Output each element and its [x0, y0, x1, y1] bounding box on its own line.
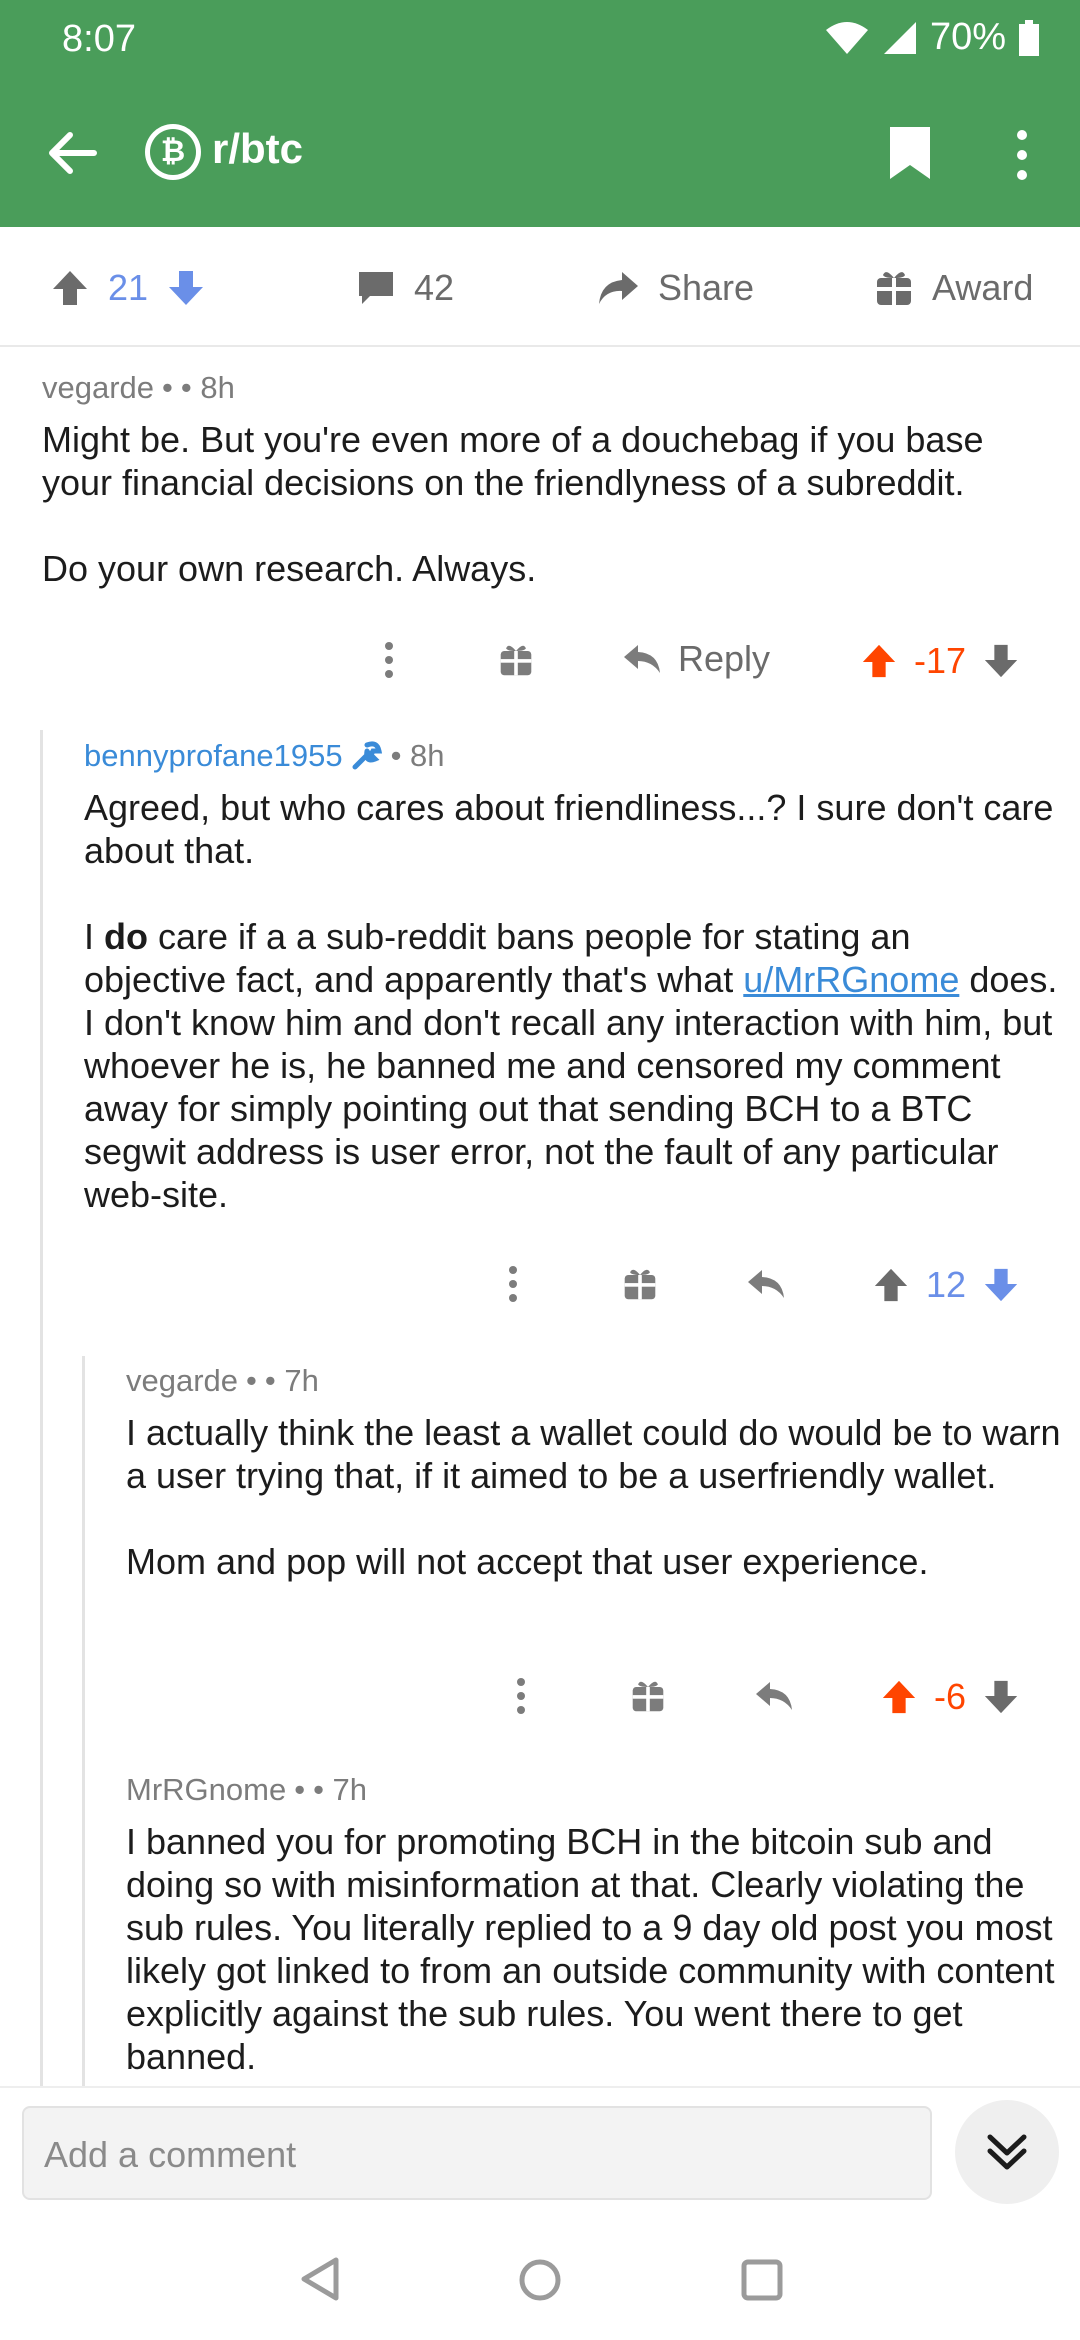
comment-body: Agreed, but who cares about friendliness… [84, 786, 1059, 1216]
share-label: Share [658, 267, 755, 308]
comment-body: Might be. But you're even more of a douc… [42, 418, 1052, 590]
comment-vote-control: 12 [872, 1264, 1020, 1306]
double-chevron-down-icon [987, 2134, 1027, 2170]
comment-vote-control: -17 [860, 640, 1020, 682]
signal-icon [883, 21, 916, 54]
post-vote-control: 21 [50, 267, 206, 309]
bookmark-icon[interactable] [888, 125, 932, 181]
nav-home-icon[interactable] [518, 2258, 562, 2302]
status-time: 8:07 [62, 18, 136, 60]
system-nav-bar [0, 2216, 1080, 2340]
post-action-bar: 21 42 Share Award [0, 227, 1080, 347]
comments-count: 42 [414, 267, 455, 308]
downvote-icon[interactable] [982, 642, 1020, 680]
comment-age: • 8h [390, 738, 445, 773]
upvote-icon[interactable] [880, 1678, 918, 1716]
more-options-icon[interactable] [514, 1676, 528, 1716]
upvote-icon[interactable] [860, 642, 898, 680]
comment-paragraph: Might be. But you're even more of a douc… [42, 419, 984, 503]
comment-body: I actually think the least a wallet coul… [126, 1411, 1061, 1583]
more-options-icon[interactable] [506, 1264, 520, 1304]
next-comment-button[interactable] [955, 2100, 1059, 2204]
comment-age: • 7h [264, 1363, 319, 1398]
add-comment-input[interactable]: Add a comment [22, 2106, 932, 2200]
bitcoin-cash-icon: ₿ [150, 129, 196, 175]
comment-author[interactable]: vegarde [42, 370, 154, 406]
bold-text: do [104, 916, 148, 957]
status-bar: 8:07 70% [0, 0, 1080, 80]
comment-composer: Add a comment [0, 2086, 1080, 2216]
text-run: I [84, 916, 105, 957]
comment-meta: bennyprofane1955 • 8h [84, 738, 1059, 774]
reply-button[interactable]: Reply [622, 638, 770, 680]
back-arrow-icon[interactable] [42, 123, 102, 183]
comments-count-button[interactable]: 42 [356, 267, 454, 309]
more-options-icon[interactable] [382, 640, 396, 680]
status-icons: 70% [824, 16, 1040, 59]
comment-body: I banned you for promoting BCH in the bi… [126, 1820, 1071, 2078]
battery-percent: 70% [929, 16, 1006, 58]
subreddit-title[interactable]: r/btc [212, 125, 303, 173]
wrench-mod-icon [352, 741, 382, 770]
comment-score: 12 [926, 1264, 967, 1305]
comment-bubble-icon [359, 272, 393, 304]
comment-meta: vegarde • • 7h [126, 1363, 1061, 1399]
downvote-icon[interactable] [982, 1678, 1020, 1716]
upvote-icon[interactable] [50, 268, 90, 308]
comment-paragraph: Agreed, but who cares about friendliness… [84, 787, 1054, 871]
comment-author[interactable]: MrRGnome [126, 1772, 286, 1808]
gift-icon[interactable] [622, 1266, 658, 1302]
subreddit-avatar-icon[interactable]: ₿ [145, 124, 201, 180]
toolbar: ₿ r/btc [0, 95, 1080, 215]
comment-vote-control: -6 [880, 1676, 1020, 1718]
comment-paragraph: Do your own research. Always. [42, 548, 537, 589]
more-options-icon[interactable] [1004, 125, 1040, 185]
thread-line[interactable] [40, 730, 43, 2086]
comment: vegarde • • 8h Might be. But you're even… [42, 370, 1052, 590]
comment-meta: MrRGnome • • 7h [126, 1772, 1071, 1808]
comment-age: • 7h [313, 1772, 368, 1807]
upvote-icon[interactable] [872, 1266, 910, 1304]
gift-icon [877, 272, 911, 305]
wifi-icon [825, 21, 868, 54]
meta-separator: • [246, 1363, 257, 1398]
share-button[interactable]: Share [596, 267, 754, 309]
comment-age: • 8h [180, 370, 235, 405]
downvote-icon[interactable] [166, 268, 206, 308]
comment: MrRGnome • • 7h I banned you for promoti… [126, 1772, 1071, 2078]
downvote-icon[interactable] [982, 1266, 1020, 1304]
post-score: 21 [108, 267, 149, 308]
gift-icon[interactable] [498, 642, 534, 678]
reply-arrow-icon [624, 645, 660, 673]
app-header: 8:07 70% ₿ r/btc [0, 0, 1080, 227]
comment-paragraph: Mom and pop will not accept that user ex… [126, 1541, 929, 1582]
thread-line[interactable] [82, 1356, 85, 2086]
comment-author[interactable]: bennyprofane1955 [84, 738, 343, 774]
comment-paragraph: I actually think the least a wallet coul… [126, 1412, 1061, 1496]
battery-icon [1019, 19, 1039, 56]
meta-separator: • [294, 1772, 306, 1807]
comment-meta: vegarde • • 8h [42, 370, 1052, 406]
comment-score: -17 [914, 640, 967, 681]
nav-recents-icon[interactable] [740, 2258, 784, 2302]
award-label: Award [932, 267, 1034, 308]
nav-back-icon[interactable] [298, 2256, 342, 2302]
share-arrow-icon [599, 272, 638, 304]
add-comment-placeholder: Add a comment [44, 2134, 297, 2175]
comment-paragraph: I do care if a a sub-reddit bans people … [84, 915, 1059, 1216]
user-mention-link[interactable]: u/MrRGnome [743, 959, 959, 1000]
reply-label: Reply [678, 638, 771, 679]
comment-author[interactable]: vegarde [126, 1363, 238, 1399]
meta-separator: • [162, 370, 173, 405]
gift-icon[interactable] [630, 1678, 666, 1714]
comment: bennyprofane1955 • 8h Agreed, but who ca… [84, 738, 1059, 1216]
comment: vegarde • • 7h I actually think the leas… [126, 1363, 1061, 1583]
reply-arrow-icon[interactable] [754, 1678, 794, 1714]
comment-score: -6 [934, 1676, 967, 1717]
comment-paragraph: I banned you for promoting BCH in the bi… [126, 1821, 1055, 2077]
reply-arrow-icon[interactable] [746, 1266, 786, 1302]
award-button[interactable]: Award [874, 267, 1033, 309]
